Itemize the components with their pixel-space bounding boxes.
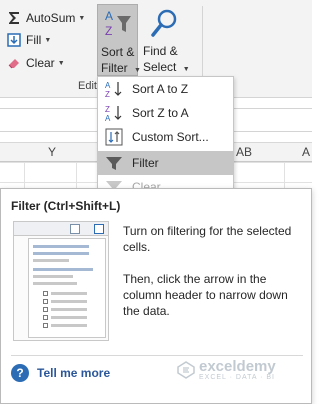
svg-text:A: A bbox=[105, 9, 113, 23]
sort-filter-menu: AZ Sort A to Z ZA Sort Z to A Custom Sor… bbox=[97, 76, 234, 194]
sort-filter-label: Sort & bbox=[101, 45, 135, 59]
thumbnail-line bbox=[51, 292, 87, 295]
tooltip-desc-2: Then, click the arrow in the column head… bbox=[123, 272, 288, 318]
find-select-label-2: Select ▼ bbox=[143, 60, 190, 74]
autosum-button[interactable]: AutoSum ▼ bbox=[6, 8, 85, 28]
column-header-a[interactable]: A bbox=[302, 145, 310, 159]
menu-item-sort-a-to-z[interactable]: AZ Sort A to Z bbox=[98, 77, 233, 101]
chevron-down-icon: ▼ bbox=[57, 59, 65, 67]
menu-item-label: Sort A to Z bbox=[132, 82, 189, 96]
menu-item-sort-z-to-a[interactable]: ZA Sort Z to A bbox=[98, 101, 233, 125]
clear-button[interactable]: Clear ▼ bbox=[6, 53, 65, 73]
thumbnail-dropdown-icon bbox=[70, 224, 80, 234]
column-header-y[interactable]: Y bbox=[48, 145, 56, 159]
fill-button[interactable]: Fill ▼ bbox=[6, 30, 51, 50]
sort-filter-label-filter: Filter bbox=[101, 61, 128, 75]
thumbnail-line bbox=[33, 259, 69, 262]
find-select-button[interactable]: Find & Select ▼ bbox=[141, 4, 190, 76]
fill-label: Fill bbox=[26, 33, 42, 47]
thumbnail-menu bbox=[28, 238, 106, 338]
custom-sort-icon bbox=[104, 127, 124, 147]
thumbnail-line bbox=[51, 300, 87, 303]
watermark-brand: exceldemy bbox=[199, 358, 276, 375]
tooltip-divider bbox=[11, 355, 303, 356]
svg-text:Z: Z bbox=[105, 105, 110, 114]
menu-item-custom-sort[interactable]: Custom Sort... bbox=[98, 125, 233, 149]
thumbnail-checkbox bbox=[43, 299, 48, 304]
thumbnail-header bbox=[14, 222, 108, 236]
thumbnail-line bbox=[33, 245, 89, 248]
watermark: exceldemy EXCEL · DATA · BI bbox=[177, 359, 276, 381]
tooltip-title: Filter (Ctrl+Shift+L) bbox=[11, 199, 121, 213]
thumbnail-filter-icon bbox=[94, 224, 104, 234]
help-icon: ? bbox=[11, 364, 29, 382]
chevron-down-icon: ▼ bbox=[182, 66, 190, 73]
sort-a-to-z-icon: AZ bbox=[104, 79, 124, 99]
watermark-logo-icon bbox=[177, 361, 195, 379]
thumbnail-line bbox=[51, 308, 87, 311]
chevron-down-icon: ▼ bbox=[44, 36, 52, 44]
tell-me-more-link[interactable]: ? Tell me more bbox=[11, 364, 110, 382]
autosum-label: AutoSum bbox=[26, 11, 76, 25]
sigma-icon bbox=[6, 10, 22, 26]
thumbnail-line bbox=[51, 324, 87, 327]
sort-filter-button[interactable]: A Z Sort & Filter ▼ bbox=[97, 4, 141, 76]
filter-icon bbox=[104, 153, 124, 173]
magnifier-icon bbox=[149, 7, 179, 41]
filter-tooltip: Filter (Ctrl+Shift+L) Turn on filtering bbox=[0, 188, 312, 404]
chevron-down-icon: ▼ bbox=[134, 67, 141, 74]
filter-preview-image bbox=[13, 221, 109, 341]
clear-label: Clear bbox=[26, 56, 55, 70]
eraser-icon bbox=[6, 55, 22, 71]
thumbnail-line bbox=[33, 252, 89, 255]
find-select-label-select: Select bbox=[143, 60, 177, 74]
menu-item-filter[interactable]: Filter bbox=[98, 151, 233, 175]
sort-filter-icon: A Z bbox=[104, 8, 132, 44]
thumbnail-checkbox bbox=[43, 307, 48, 312]
thumbnail-line bbox=[33, 282, 77, 285]
watermark-tagline: EXCEL · DATA · BI bbox=[199, 374, 275, 381]
thumbnail-checkbox bbox=[43, 323, 48, 328]
svg-text:A: A bbox=[105, 114, 111, 122]
svg-text:A: A bbox=[105, 81, 111, 90]
thumbnail-line bbox=[33, 268, 93, 271]
thumbnail-checkbox bbox=[43, 315, 48, 320]
thumbnail-line bbox=[51, 316, 87, 319]
svg-text:Z: Z bbox=[105, 90, 110, 98]
menu-item-label: Custom Sort... bbox=[132, 130, 209, 144]
chevron-down-icon: ▼ bbox=[78, 14, 86, 22]
svg-text:Z: Z bbox=[105, 24, 112, 38]
tooltip-desc-1: Turn on filtering for the selected cells… bbox=[123, 224, 292, 254]
tooltip-description: Turn on filtering for the selected cells… bbox=[123, 223, 305, 335]
thumbnail-checkbox bbox=[43, 291, 48, 296]
menu-item-label: Sort Z to A bbox=[132, 106, 189, 120]
sort-filter-label-2: Filter ▼ bbox=[101, 61, 141, 75]
thumbnail-line bbox=[33, 275, 73, 278]
fill-down-icon bbox=[6, 32, 22, 48]
menu-item-label: Filter bbox=[132, 156, 159, 170]
sort-z-to-a-icon: ZA bbox=[104, 103, 124, 123]
tell-me-more-label: Tell me more bbox=[37, 366, 111, 380]
column-header-ab[interactable]: AB bbox=[236, 145, 252, 159]
find-select-label: Find & bbox=[143, 44, 178, 58]
